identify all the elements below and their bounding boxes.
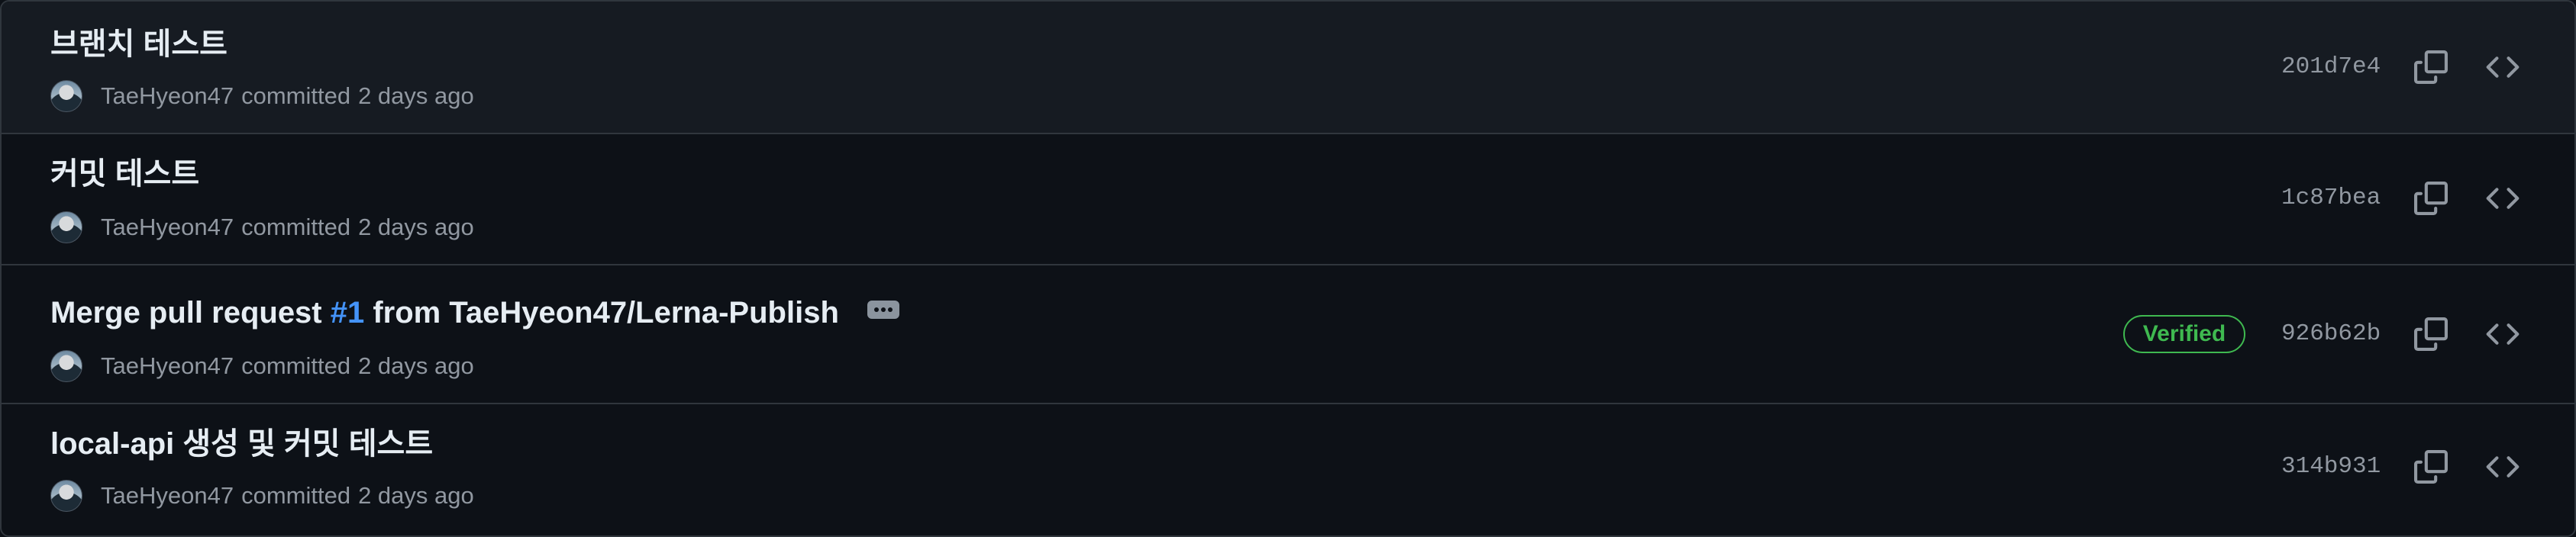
pull-request-link[interactable]: #1 xyxy=(331,296,365,330)
commit-title[interactable]: Merge pull request #1 from TaeHyeon47/Le… xyxy=(50,294,899,331)
verified-badge[interactable]: Verified xyxy=(2123,315,2245,353)
copy-icon[interactable] xyxy=(2413,316,2449,352)
commit-time: 2 days ago xyxy=(358,482,474,509)
commit-title-text[interactable]: Merge pull request xyxy=(50,296,331,330)
avatar[interactable] xyxy=(50,80,82,112)
code-icon[interactable] xyxy=(2484,316,2521,352)
commit-author[interactable]: TaeHyeon47 xyxy=(101,82,234,110)
copy-icon[interactable] xyxy=(2413,49,2449,85)
avatar[interactable] xyxy=(50,211,82,243)
commit-action: committed xyxy=(241,214,351,240)
commit-title-text[interactable]: local-api 생성 및 커밋 테스트 xyxy=(50,427,433,461)
commit-time: 2 days ago xyxy=(358,82,474,109)
commit-meta: TaeHyeon47 committed 2 days ago xyxy=(50,211,474,244)
commit-action: committed xyxy=(241,82,351,109)
commit-time: 2 days ago xyxy=(358,352,474,379)
commit-row: 브랜치 테스트 TaeHyeon47 committed 2 days ago … xyxy=(2,2,2574,133)
commit-row: local-api 생성 및 커밋 테스트 TaeHyeon47 committ… xyxy=(2,403,2574,535)
commit-title-text[interactable]: 커밋 테스트 xyxy=(50,157,199,191)
commit-meta: TaeHyeon47 committed 2 days ago xyxy=(50,349,474,383)
commit-meta: TaeHyeon47 committed 2 days ago xyxy=(50,479,474,513)
commit-row: Merge pull request #1 from TaeHyeon47/Le… xyxy=(2,264,2574,403)
commit-title[interactable]: 브랜치 테스트 xyxy=(50,26,228,63)
commit-list: 브랜치 테스트 TaeHyeon47 committed 2 days ago … xyxy=(0,0,2576,537)
kebab-horizontal-icon[interactable] xyxy=(867,301,899,320)
commit-time: 2 days ago xyxy=(358,214,474,240)
commit-meta: TaeHyeon47 committed 2 days ago xyxy=(50,79,474,113)
commit-sha[interactable]: 926b62b xyxy=(2281,319,2381,349)
copy-icon[interactable] xyxy=(2413,449,2449,485)
commit-action: committed xyxy=(241,352,351,379)
avatar[interactable] xyxy=(50,480,82,512)
avatar[interactable] xyxy=(50,350,82,382)
copy-icon[interactable] xyxy=(2413,180,2449,217)
commit-title[interactable]: local-api 생성 및 커밋 테스트 xyxy=(50,426,433,462)
commit-title-text[interactable]: 브랜치 테스트 xyxy=(50,27,228,61)
commit-author[interactable]: TaeHyeon47 xyxy=(101,352,234,380)
commit-row: 커밋 테스트 TaeHyeon47 committed 2 days ago 1… xyxy=(2,133,2574,264)
commit-sha[interactable]: 314b931 xyxy=(2281,452,2381,482)
commit-author[interactable]: TaeHyeon47 xyxy=(101,482,234,510)
commit-sha[interactable]: 1c87bea xyxy=(2281,183,2381,214)
commit-action: committed xyxy=(241,482,351,509)
commit-author[interactable]: TaeHyeon47 xyxy=(101,214,234,241)
commit-title[interactable]: 커밋 테스트 xyxy=(50,156,199,192)
code-icon[interactable] xyxy=(2484,180,2521,217)
code-icon[interactable] xyxy=(2484,49,2521,85)
commit-title-text[interactable]: from TaeHyeon47/Lerna-Publish xyxy=(364,296,839,330)
code-icon[interactable] xyxy=(2484,449,2521,485)
commit-sha[interactable]: 201d7e4 xyxy=(2281,52,2381,82)
